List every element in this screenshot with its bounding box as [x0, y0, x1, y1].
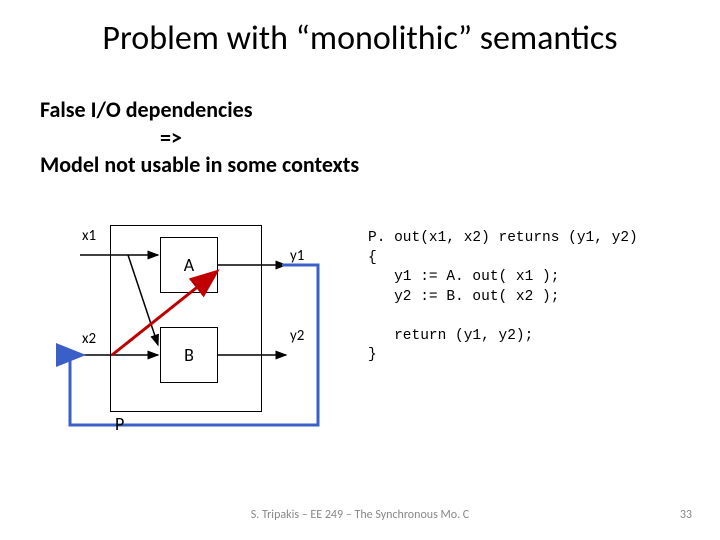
- slide: Problem with “monolithic” semantics Fals…: [0, 0, 720, 540]
- code-line: return (y1, y2);: [368, 328, 533, 344]
- subtitle-line-1: False I/O dependencies: [40, 96, 359, 124]
- page-number: 33: [680, 508, 692, 522]
- code-line: y1 := A. out( x1 );: [368, 269, 559, 285]
- port-label-y2: y2: [290, 327, 304, 345]
- subtitle-block: False I/O dependencies => Model not usab…: [40, 96, 359, 179]
- subtitle-line-2: =>: [40, 124, 359, 152]
- code-line: y2 := B. out( x2 );: [368, 289, 559, 305]
- diagram: A B: [60, 215, 330, 435]
- footer-text: S. Tripakis – EE 249 – The Synchronous M…: [0, 508, 720, 522]
- port-label-y1: y1: [290, 247, 304, 265]
- slide-title: Problem with “monolithic” semantics: [0, 18, 720, 59]
- code-line: {: [368, 250, 377, 266]
- subtitle-line-3: Model not usable in some contexts: [40, 151, 359, 179]
- code-block: P. out(x1, x2) returns (y1, y2) { y1 := …: [368, 229, 638, 366]
- port-label-x1: x1: [82, 227, 96, 245]
- code-line: P. out(x1, x2) returns (y1, y2): [368, 230, 638, 246]
- port-label-x2: x2: [82, 330, 96, 348]
- code-line: }: [368, 347, 377, 363]
- composite-label-p: P: [115, 413, 124, 435]
